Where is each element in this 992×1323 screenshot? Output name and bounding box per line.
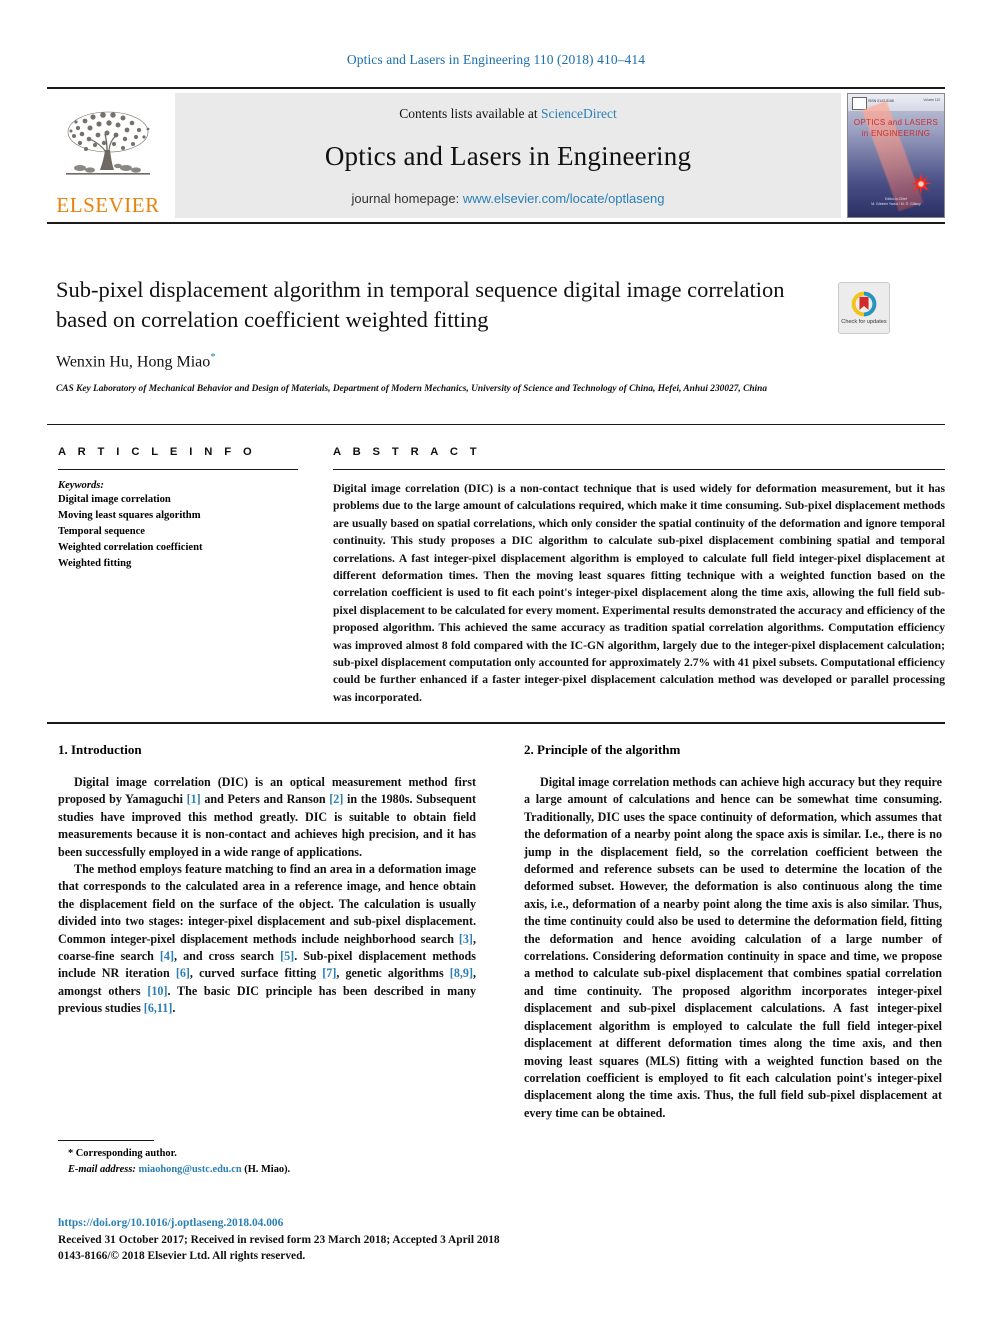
- citation-ref[interactable]: [10]: [147, 984, 167, 998]
- abstract-text: Digital image correlation (DIC) is a non…: [333, 482, 945, 704]
- section-heading-introduction: 1. Introduction: [58, 742, 142, 757]
- cover-title-line1: OPTICS and LASERS: [853, 118, 939, 127]
- doi-link[interactable]: https://doi.org/10.1016/j.optlaseng.2018…: [58, 1215, 758, 1232]
- citation-ref[interactable]: [5]: [280, 949, 294, 963]
- right-column: 2. Principle of the algorithm Digital im…: [524, 742, 942, 1122]
- sciencedirect-link[interactable]: ScienceDirect: [541, 106, 617, 121]
- footnote-block: * Corresponding author. E-mail address: …: [58, 1140, 476, 1177]
- copyright-line: 0143-8166/© 2018 Elsevier Ltd. All right…: [58, 1250, 306, 1263]
- crossmark-label: Check for updates: [841, 318, 887, 325]
- left-column: 1. Introduction Digital image correlatio…: [58, 742, 476, 1122]
- abstract-rule: [333, 469, 945, 470]
- journal-masthead: ELSEVIER Contents lists available at Sci…: [47, 87, 945, 218]
- article-info-rule: [58, 469, 298, 470]
- cover-title-line2: in ENGINEERING: [861, 129, 931, 138]
- paragraph: The method employs feature matching to f…: [58, 861, 476, 1018]
- citation-ref[interactable]: [1]: [187, 792, 201, 806]
- email-label: E-mail address:: [68, 1163, 136, 1175]
- keyword-item: Weighted fitting: [58, 558, 132, 570]
- citation-ref[interactable]: [2]: [329, 792, 343, 806]
- paragraph-text: The method employs feature matching to f…: [58, 862, 477, 1016]
- journal-homepage-link[interactable]: www.elsevier.com/locate/optlaseng: [463, 191, 665, 206]
- corresponding-author-marker: *: [210, 351, 216, 364]
- citation-ref[interactable]: [3]: [459, 932, 473, 946]
- paragraph-text: Digital image correlation methods can ac…: [524, 775, 942, 1120]
- homepage-prefix: journal homepage:: [351, 191, 463, 206]
- elsevier-logo: ELSEVIER: [47, 93, 169, 218]
- journal-title: Optics and Lasers in Engineering: [324, 141, 692, 171]
- paragraph-text: Digital image correlation (DIC) is an op…: [58, 775, 476, 859]
- email-note: E-mail address: miaohong@ustc.edu.cn (H.…: [58, 1162, 476, 1178]
- affiliation: CAS Key Laboratory of Mechanical Behavio…: [56, 383, 768, 394]
- citation-ref[interactable]: [6,11]: [144, 1001, 173, 1015]
- journal-band: Contents lists available at ScienceDirec…: [175, 93, 841, 218]
- email-suffix: (H. Miao).: [244, 1163, 291, 1175]
- crossmark-badge[interactable]: Check for updates: [838, 282, 890, 334]
- footnote-rule: [58, 1140, 154, 1141]
- keyword-item: Weighted correlation coefficient: [58, 542, 203, 554]
- journal-cover-thumbnail: ISSN 0143-8166 Volume 110 OPTICS and LAS…: [847, 93, 945, 218]
- masthead-bottom-rule: [47, 222, 945, 224]
- elsevier-wordmark: ELSEVIER: [56, 193, 160, 217]
- contents-prefix: Contents lists available at: [399, 106, 541, 121]
- cover-foot-line2: M. Görkem Yavuz / M. Ö. Gülsoy: [871, 202, 921, 207]
- cover-star-burst-icon: [910, 173, 932, 195]
- keyword-item: Digital image correlation: [58, 494, 171, 505]
- article-info-column: A R T I C L E I N F O Keywords: Digital …: [58, 446, 298, 572]
- abstract-heading: A B S T R A C T: [333, 446, 482, 458]
- citation-ref[interactable]: [6]: [176, 966, 190, 980]
- keywords-label: Keywords:: [58, 480, 104, 491]
- contents-available-line: Contents lists available at ScienceDirec…: [399, 106, 616, 122]
- footer-block: https://doi.org/10.1016/j.optlaseng.2018…: [58, 1215, 758, 1265]
- body-columns: 1. Introduction Digital image correlatio…: [58, 742, 942, 1122]
- journal-homepage-line: journal homepage: www.elsevier.com/locat…: [352, 191, 665, 206]
- author-names: Wenxin Hu, Hong Miao: [56, 353, 211, 371]
- cover-foot-line1: Editor-in-Chief: [885, 197, 907, 202]
- abstract-column: A B S T R A C T Digital image correlatio…: [333, 446, 945, 706]
- abstract-bottom-rule: [47, 722, 945, 724]
- keyword-item: Moving least squares algorithm: [58, 510, 201, 522]
- info-top-rule: [47, 424, 945, 425]
- paragraph: Digital image correlation (DIC) is an op…: [58, 774, 476, 861]
- crossmark-icon: [851, 291, 877, 316]
- page-title: Sub-pixel displacement algorithm in temp…: [56, 277, 785, 332]
- elsevier-tree-icon: [66, 111, 150, 175]
- cover-volume-text: Volume 110: [923, 98, 940, 102]
- citation-ref[interactable]: [8,9]: [450, 966, 473, 980]
- cover-footer-text: Editor-in-Chief M. Görkem Yavuz / M. Ö. …: [848, 197, 944, 207]
- section-heading-principle: 2. Principle of the algorithm: [524, 742, 681, 757]
- paper-page: Optics and Lasers in Engineering 110 (20…: [0, 0, 992, 1323]
- paragraph: Digital image correlation methods can ac…: [524, 774, 942, 1122]
- citation-ref[interactable]: [4]: [160, 949, 174, 963]
- title-block: Sub-pixel displacement algorithm in temp…: [56, 275, 816, 396]
- email-link[interactable]: miaohong@ustc.edu.cn: [138, 1164, 241, 1175]
- article-info-heading: A R T I C L E I N F O: [58, 446, 257, 458]
- author-list: Wenxin Hu, Hong Miao*: [56, 351, 816, 371]
- citation-ref[interactable]: [7]: [322, 966, 336, 980]
- publication-dates: Received 31 October 2017; Received in re…: [58, 1233, 500, 1246]
- running-head: Optics and Lasers in Engineering 110 (20…: [346, 52, 646, 67]
- corresponding-author-note: * Corresponding author.: [68, 1148, 177, 1159]
- keyword-item: Temporal sequence: [58, 526, 146, 538]
